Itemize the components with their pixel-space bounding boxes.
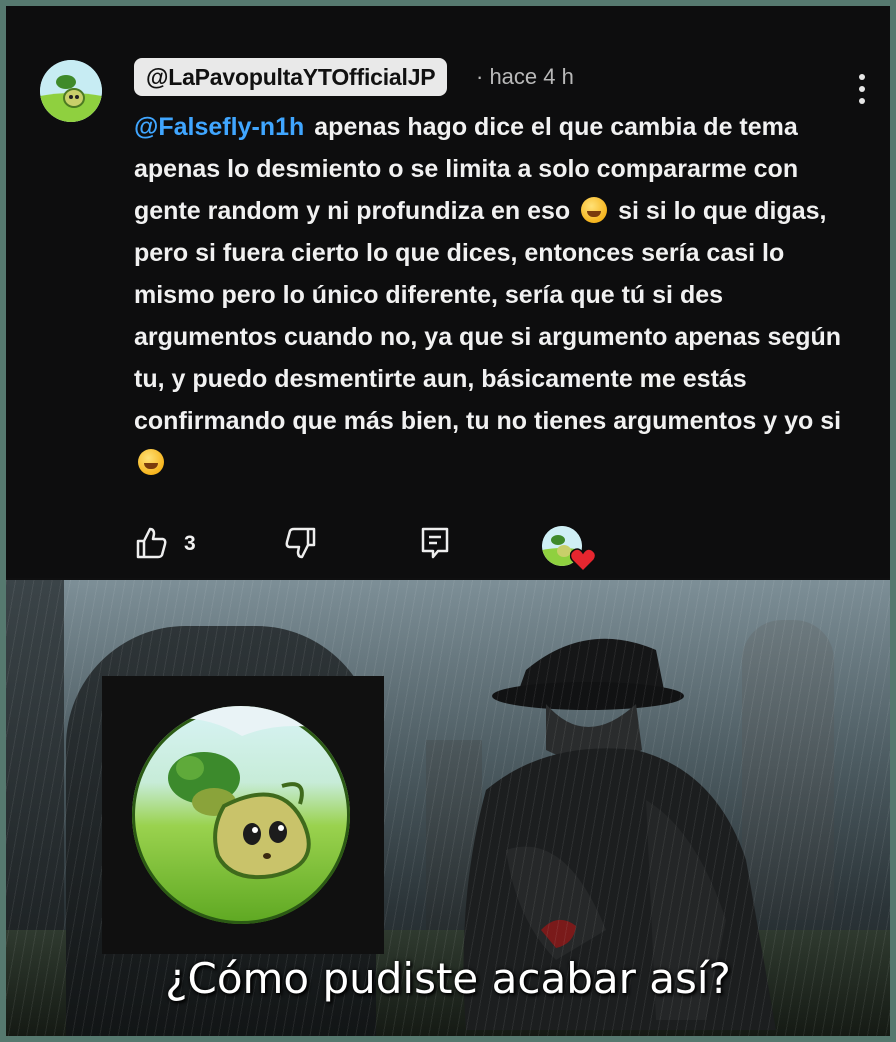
thumbs-up-icon[interactable] bbox=[134, 526, 168, 560]
screenshot-frame: @LaPavopultaYTOfficialJP · hace 4 h @Fal… bbox=[6, 6, 890, 1036]
comment-actions: 3 bbox=[134, 526, 596, 572]
like-count: 3 bbox=[184, 532, 196, 555]
meme-caption: ¿Cómo pudiste acabar así? bbox=[165, 954, 731, 1003]
thumbs-down-icon[interactable] bbox=[284, 526, 318, 560]
comment-text: @Falsefly-n1h apenas hago dice el que cam… bbox=[134, 106, 864, 484]
grinning-sweat-emoji-icon bbox=[581, 197, 608, 223]
grinning-sweat-emoji-icon bbox=[138, 449, 164, 475]
mention-link[interactable]: @Falsefly-n1h bbox=[134, 113, 304, 141]
pasted-avatar-image bbox=[132, 706, 350, 924]
creator-heart-icon bbox=[570, 548, 596, 572]
meme-image: ¿Cómo pudiste acabar así? bbox=[6, 580, 890, 1036]
comment-timestamp: · hace 4 h bbox=[476, 64, 574, 89]
pasted-avatar-box bbox=[102, 676, 384, 954]
commenter-avatar[interactable] bbox=[40, 60, 102, 122]
youtube-comment: @LaPavopultaYTOfficialJP · hace 4 h @Fal… bbox=[6, 6, 890, 578]
author-handle[interactable]: @LaPavopultaYTOfficialJP bbox=[134, 58, 448, 96]
reply-comment-icon[interactable] bbox=[418, 526, 452, 560]
comment-text-part2: si si lo que digas, pero si fuera cierto… bbox=[134, 197, 842, 435]
